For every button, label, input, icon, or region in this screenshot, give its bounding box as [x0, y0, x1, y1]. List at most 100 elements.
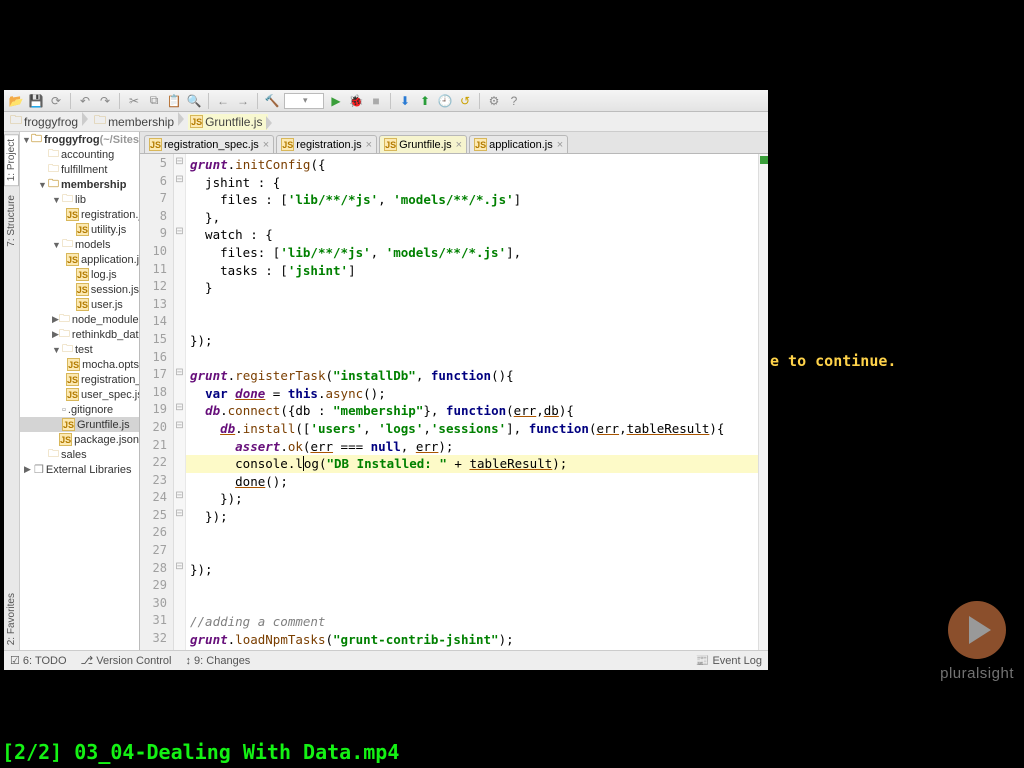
- tree-item-label: lib: [75, 194, 86, 206]
- tree-item[interactable]: JSsession.js: [20, 282, 139, 297]
- line-number-gutter: 5678910111213141516171819202122232425262…: [140, 154, 174, 650]
- tab-label: application.js: [489, 139, 553, 151]
- tree-item[interactable]: JSuser.js: [20, 297, 139, 312]
- error-stripe: [758, 154, 768, 650]
- tree-item[interactable]: ❒External Libraries: [20, 462, 139, 477]
- tree-item-label: package.json: [74, 434, 139, 446]
- inspection-ok-icon: [760, 156, 768, 164]
- fold-gutter: ⊟⊟⊟⊟⊟⊟⊟⊟⊟: [174, 154, 186, 650]
- stop-icon[interactable]: ■: [368, 93, 384, 109]
- left-tab-project[interactable]: 1: Project: [4, 134, 19, 186]
- run-config-dropdown[interactable]: ▾: [284, 93, 324, 109]
- tree-item[interactable]: 🗀models: [20, 237, 139, 252]
- tree-item[interactable]: 🗀membership: [20, 177, 139, 192]
- close-icon[interactable]: ×: [557, 139, 563, 151]
- close-icon[interactable]: ×: [456, 139, 462, 151]
- editor-tab[interactable]: JSGruntfile.js×: [379, 135, 467, 153]
- folder-icon: 🗀: [62, 190, 73, 209]
- tree-item[interactable]: JSpackage.json: [20, 432, 139, 447]
- js-file-icon: JS: [76, 298, 89, 311]
- project-tree[interactable]: 🗀froggyfrog (~/Sites🗀accounting🗀fulfillm…: [20, 132, 140, 650]
- crumb-root[interactable]: 🗀froggyfrog: [8, 110, 84, 133]
- find-icon[interactable]: 🔍: [186, 93, 202, 109]
- tree-item-label: rethinkdb_data: [72, 329, 140, 341]
- crumb-folder[interactable]: 🗀membership: [92, 110, 180, 133]
- tree-item-label: .gitignore: [68, 404, 113, 416]
- vcs-commit-icon[interactable]: ⬆: [417, 93, 433, 109]
- copy-icon[interactable]: ⧉: [146, 93, 162, 109]
- build-icon[interactable]: 🔨: [264, 93, 280, 109]
- debug-icon[interactable]: 🐞: [348, 93, 364, 109]
- tree-item-label: utility.js: [91, 224, 126, 236]
- breadcrumb: 🗀froggyfrog 🗀membership JSGruntfile.js: [4, 112, 768, 132]
- event-log-tool[interactable]: 📰 Event Log: [696, 654, 762, 667]
- tree-item[interactable]: JSuser_spec.js: [20, 387, 139, 402]
- editor-area: JSregistration_spec.js×JSregistration.js…: [140, 132, 768, 650]
- editor-tab[interactable]: JSregistration.js×: [276, 135, 377, 153]
- help-icon[interactable]: ?: [506, 93, 522, 109]
- run-icon[interactable]: ▶: [328, 93, 344, 109]
- tree-root[interactable]: 🗀froggyfrog (~/Sites: [20, 132, 139, 147]
- close-icon[interactable]: ×: [263, 139, 269, 151]
- changes-tool[interactable]: ↕ 9: Changes: [185, 655, 250, 667]
- paste-icon[interactable]: 📋: [166, 93, 182, 109]
- tree-item[interactable]: 🗀accounting: [20, 147, 139, 162]
- editor-tab-bar: JSregistration_spec.js×JSregistration.js…: [140, 132, 768, 154]
- tree-item[interactable]: ▫.gitignore: [20, 402, 139, 417]
- tree-item-label: fulfillment: [61, 164, 107, 176]
- js-file-icon: JS: [66, 373, 79, 386]
- tree-item[interactable]: 🗀rethinkdb_data: [20, 327, 139, 342]
- vcs-update-icon[interactable]: ⬇: [397, 93, 413, 109]
- refresh-icon[interactable]: ⟳: [48, 93, 64, 109]
- tree-item[interactable]: 🗀sales: [20, 447, 139, 462]
- folder-icon: 🗀: [10, 111, 22, 132]
- vcs-history-icon[interactable]: 🕘: [437, 93, 453, 109]
- tree-item-label: application.js: [81, 254, 140, 266]
- play-icon: [948, 601, 1006, 659]
- js-file-icon: JS: [149, 138, 162, 151]
- settings-icon[interactable]: ⚙: [486, 93, 502, 109]
- version-control-tool[interactable]: ⎇ Version Control: [81, 654, 172, 667]
- js-file-icon: JS: [190, 115, 203, 128]
- editor-tab[interactable]: JSapplication.js×: [469, 135, 568, 153]
- tree-item[interactable]: 🗀lib: [20, 192, 139, 207]
- tree-item-label: Gruntfile.js: [77, 419, 130, 431]
- tree-item-label: External Libraries: [46, 464, 132, 476]
- tree-item[interactable]: JSapplication.js: [20, 252, 139, 267]
- tree-item-label: registration_spec.js: [81, 374, 140, 386]
- js-file-icon: JS: [384, 138, 397, 151]
- code-editor[interactable]: grunt.initConfig({ jshint : { files : ['…: [186, 154, 758, 650]
- tree-item[interactable]: JSregistration_spec.js: [20, 372, 139, 387]
- redo-icon[interactable]: ↷: [97, 93, 113, 109]
- left-tab-favorites[interactable]: 2: Favorites: [4, 588, 19, 650]
- tree-item[interactable]: JSregistration.js: [20, 207, 139, 222]
- tree-item[interactable]: JSmocha.opts: [20, 357, 139, 372]
- js-file-icon: JS: [76, 283, 89, 296]
- vcs-revert-icon[interactable]: ↺: [457, 93, 473, 109]
- left-tab-structure[interactable]: 7: Structure: [4, 190, 19, 252]
- forward-icon[interactable]: →: [235, 93, 251, 109]
- main-toolbar: 📂 💾 ⟳ ↶ ↷ ✂ ⧉ 📋 🔍 ← → 🔨 ▾ ▶ 🐞 ■ ⬇ ⬆ 🕘 ↺ …: [4, 90, 768, 112]
- editor-tab[interactable]: JSregistration_spec.js×: [144, 135, 274, 153]
- close-icon[interactable]: ×: [366, 139, 372, 151]
- tree-item[interactable]: JSlog.js: [20, 267, 139, 282]
- tree-item[interactable]: JSGruntfile.js: [20, 417, 139, 432]
- tree-item[interactable]: 🗀node_modules: [20, 312, 139, 327]
- pluralsight-watermark: pluralsight: [940, 601, 1014, 682]
- tree-item[interactable]: JSutility.js: [20, 222, 139, 237]
- js-file-icon: JS: [62, 418, 75, 431]
- tree-item-label: registration.js: [81, 209, 140, 221]
- undo-icon[interactable]: ↶: [77, 93, 93, 109]
- save-icon[interactable]: 💾: [28, 93, 44, 109]
- tree-item[interactable]: 🗀test: [20, 342, 139, 357]
- js-file-icon: JS: [76, 223, 89, 236]
- js-file-icon: JS: [66, 388, 79, 401]
- todo-tool[interactable]: ☑ 6: TODO: [10, 654, 67, 667]
- crumb-file[interactable]: JSGruntfile.js: [188, 114, 268, 130]
- cut-icon[interactable]: ✂: [126, 93, 142, 109]
- back-icon[interactable]: ←: [215, 93, 231, 109]
- tree-item[interactable]: 🗀fulfillment: [20, 162, 139, 177]
- library-icon: ❒: [34, 463, 44, 476]
- open-icon[interactable]: 📂: [8, 93, 24, 109]
- js-file-icon: JS: [281, 138, 294, 151]
